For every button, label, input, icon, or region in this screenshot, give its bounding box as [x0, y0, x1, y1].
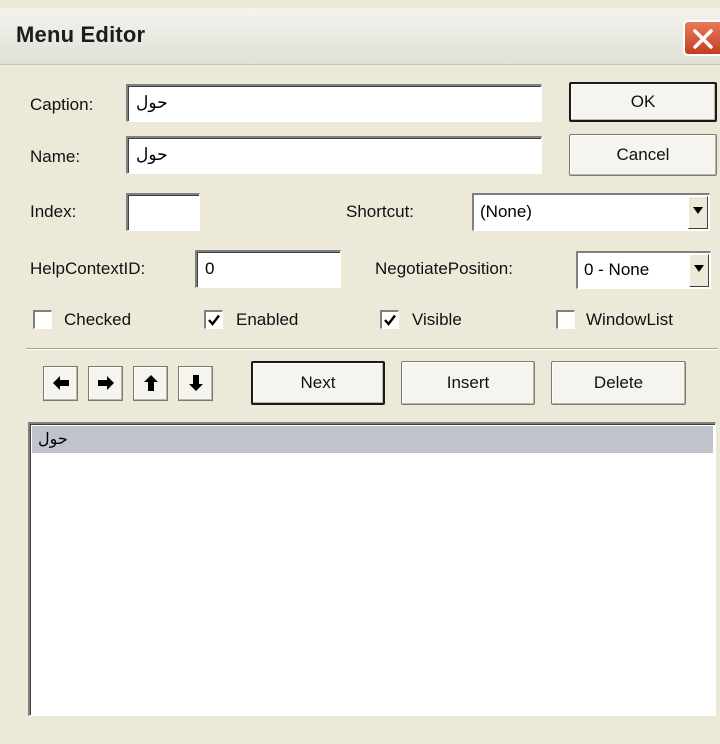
chevron-down-icon	[693, 207, 703, 214]
insert-button[interactable]: Insert	[401, 361, 535, 405]
divider	[26, 348, 718, 350]
menu-editor-window: Menu Editor Caption: حول Name: حول OK Ca…	[0, 0, 720, 744]
name-input[interactable]: حول	[126, 136, 542, 174]
caption-label: Caption:	[30, 95, 94, 114]
visible-label: Visible	[412, 310, 462, 329]
arrow-left-icon	[53, 376, 69, 390]
shortcut-label: Shortcut:	[346, 202, 415, 221]
negotiateposition-label: NegotiatePosition:	[375, 259, 513, 278]
checkmark-icon	[208, 314, 220, 326]
close-icon	[693, 29, 713, 49]
close-button[interactable]	[683, 20, 720, 56]
checked-checkbox[interactable]	[33, 310, 52, 329]
move-right-button[interactable]	[88, 366, 123, 401]
list-item[interactable]: حول	[32, 426, 713, 453]
cancel-button[interactable]: Cancel	[569, 134, 717, 176]
negotiateposition-dropdown-button[interactable]	[689, 254, 709, 287]
helpcontextid-label: HelpContextID:	[30, 259, 146, 278]
ok-button[interactable]: OK	[569, 82, 717, 122]
name-label: Name:	[30, 147, 81, 166]
chevron-down-icon	[694, 265, 704, 272]
arrow-right-icon	[98, 376, 114, 390]
arrow-down-icon	[189, 375, 203, 391]
windowlist-checkbox[interactable]	[556, 310, 575, 329]
checkmark-icon	[384, 314, 396, 326]
negotiateposition-dropdown[interactable]: 0 - None	[576, 251, 711, 289]
visible-checkbox[interactable]	[380, 310, 399, 329]
checked-label: Checked	[64, 310, 132, 329]
window-title: Menu Editor	[16, 22, 146, 47]
index-input[interactable]	[126, 193, 200, 231]
helpcontextid-input[interactable]: 0	[195, 250, 341, 288]
enabled-label: Enabled	[236, 310, 299, 329]
enabled-checkbox[interactable]	[204, 310, 223, 329]
move-down-button[interactable]	[178, 366, 213, 401]
delete-button[interactable]: Delete	[551, 361, 686, 405]
windowlist-label: WindowList	[586, 310, 673, 329]
next-button[interactable]: Next	[251, 361, 385, 405]
shortcut-dropdown[interactable]: (None)	[472, 193, 710, 231]
negotiateposition-value: 0 - None	[584, 260, 650, 279]
index-label: Index:	[30, 202, 77, 221]
shortcut-dropdown-button[interactable]	[688, 196, 708, 229]
arrow-up-icon	[144, 375, 158, 391]
caption-input[interactable]: حول	[126, 84, 542, 122]
shortcut-value: (None)	[480, 202, 532, 221]
move-up-button[interactable]	[133, 366, 168, 401]
menu-list[interactable]: حول	[28, 422, 716, 716]
move-left-button[interactable]	[43, 366, 78, 401]
title-bar[interactable]: Menu Editor	[0, 8, 720, 65]
